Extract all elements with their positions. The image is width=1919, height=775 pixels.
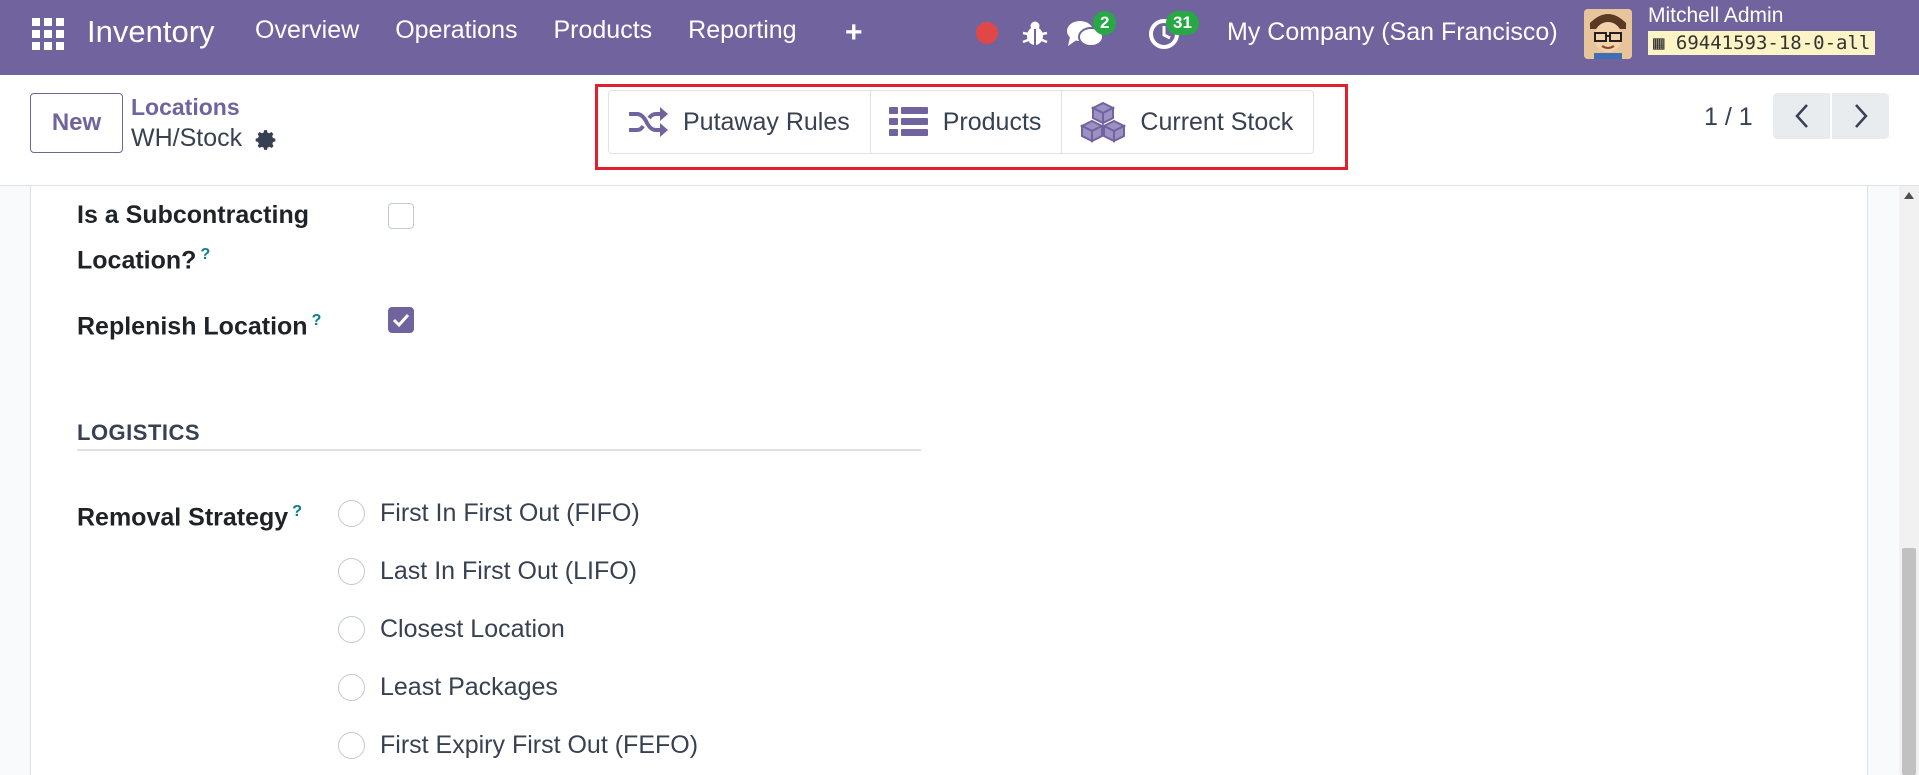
- subcontracting-label-line1: Is a Subcontracting: [77, 201, 309, 229]
- vertical-scrollbar[interactable]: [1899, 186, 1919, 775]
- chevron-left-icon: [1794, 104, 1808, 128]
- database-name-text: 69441593-18-0-all: [1675, 32, 1871, 54]
- replenish-label: Replenish Location?: [77, 301, 321, 346]
- removal-option-lifo[interactable]: Last In First Out (LIFO): [338, 557, 637, 586]
- subcontracting-label-line2: Location?: [77, 246, 197, 275]
- help-tooltip-icon[interactable]: ?: [312, 312, 322, 329]
- gear-icon[interactable]: [254, 128, 278, 152]
- breadcrumb-locations[interactable]: Locations: [131, 94, 240, 121]
- menu-products[interactable]: Products: [553, 16, 652, 45]
- radio-label: Closest Location: [380, 615, 565, 643]
- bug-icon[interactable]: [1020, 18, 1050, 48]
- subcontracting-label: Is a Subcontracting Location??: [77, 196, 309, 280]
- radio-button[interactable]: [338, 674, 365, 701]
- database-icon: ▦: [1653, 32, 1665, 54]
- menu-overview[interactable]: Overview: [255, 16, 359, 45]
- removal-strategy-label: Removal Strategy?: [77, 492, 302, 537]
- replenish-checkbox[interactable]: [388, 307, 414, 333]
- company-switcher[interactable]: My Company (San Francisco): [1227, 18, 1558, 47]
- removal-option-fifo[interactable]: First In First Out (FIFO): [338, 499, 640, 528]
- user-name[interactable]: Mitchell Admin: [1648, 4, 1783, 28]
- products-label: Products: [942, 107, 1042, 136]
- form-sheet: Is a Subcontracting Location?? Replenish…: [30, 186, 1868, 775]
- smart-button-box: Putaway Rules Products Current Stock: [608, 90, 1315, 154]
- app-name[interactable]: Inventory: [87, 14, 215, 50]
- chevron-right-icon: [1854, 104, 1868, 128]
- top-navbar: Inventory Overview Operations Products R…: [0, 0, 1919, 75]
- help-tooltip-icon[interactable]: ?: [292, 503, 302, 520]
- radio-button[interactable]: [338, 558, 365, 585]
- list-icon: [888, 107, 928, 136]
- removal-option-closest[interactable]: Closest Location: [338, 615, 565, 644]
- radio-label: First In First Out (FIFO): [380, 499, 640, 527]
- cubes-icon: [1080, 101, 1127, 143]
- control-panel: New Locations WH/Stock Putaway Rules Pro…: [0, 75, 1919, 186]
- removal-option-least-packages[interactable]: Least Packages: [338, 673, 558, 702]
- removal-option-fefo[interactable]: First Expiry First Out (FEFO): [338, 731, 698, 760]
- subcontracting-checkbox[interactable]: [388, 203, 414, 229]
- radio-button[interactable]: [338, 732, 365, 759]
- record-icon[interactable]: [976, 22, 998, 44]
- help-tooltip-icon[interactable]: ?: [200, 246, 210, 263]
- section-divider: [77, 449, 921, 451]
- products-button[interactable]: Products: [871, 91, 1063, 153]
- form-view: Is a Subcontracting Location?? Replenish…: [0, 186, 1919, 775]
- radio-label: First Expiry First Out (FEFO): [380, 731, 699, 759]
- scroll-thumb[interactable]: [1902, 548, 1916, 775]
- new-button[interactable]: New: [30, 93, 123, 153]
- radio-button[interactable]: [338, 500, 365, 527]
- checkmark-icon: [392, 313, 410, 328]
- current-stock-label: Current Stock: [1140, 107, 1294, 136]
- radio-label: Least Packages: [380, 673, 558, 701]
- main-menu: Overview Operations Products Reporting: [255, 16, 833, 45]
- add-menu-icon[interactable]: +: [845, 16, 863, 50]
- chat-count-badge: 2: [1093, 11, 1117, 35]
- menu-operations[interactable]: Operations: [395, 16, 517, 45]
- activity-count-badge: 31: [1166, 11, 1199, 35]
- pager-value[interactable]: 1 / 1: [1704, 103, 1753, 132]
- user-avatar[interactable]: [1584, 9, 1632, 59]
- radio-button[interactable]: [338, 616, 365, 643]
- current-stock-button[interactable]: Current Stock: [1062, 91, 1313, 153]
- scroll-up-icon[interactable]: [1904, 192, 1914, 199]
- database-name: ▦ 69441593-18-0-all: [1648, 31, 1876, 55]
- shuffle-icon: [629, 107, 668, 137]
- radio-label: Last In First Out (LIFO): [380, 557, 637, 585]
- breadcrumb-current: WH/Stock: [131, 124, 243, 152]
- putaway-rules-label: Putaway Rules: [683, 107, 850, 136]
- pager-next-button[interactable]: [1832, 93, 1889, 139]
- replenish-label-text: Replenish Location: [77, 312, 308, 341]
- putaway-rules-button[interactable]: Putaway Rules: [609, 91, 871, 153]
- removal-strategy-label-text: Removal Strategy: [77, 503, 289, 532]
- section-logistics-title: LOGISTICS: [77, 420, 201, 445]
- apps-menu-icon[interactable]: [31, 17, 65, 51]
- pager-previous-button[interactable]: [1773, 93, 1830, 139]
- menu-reporting[interactable]: Reporting: [688, 16, 796, 45]
